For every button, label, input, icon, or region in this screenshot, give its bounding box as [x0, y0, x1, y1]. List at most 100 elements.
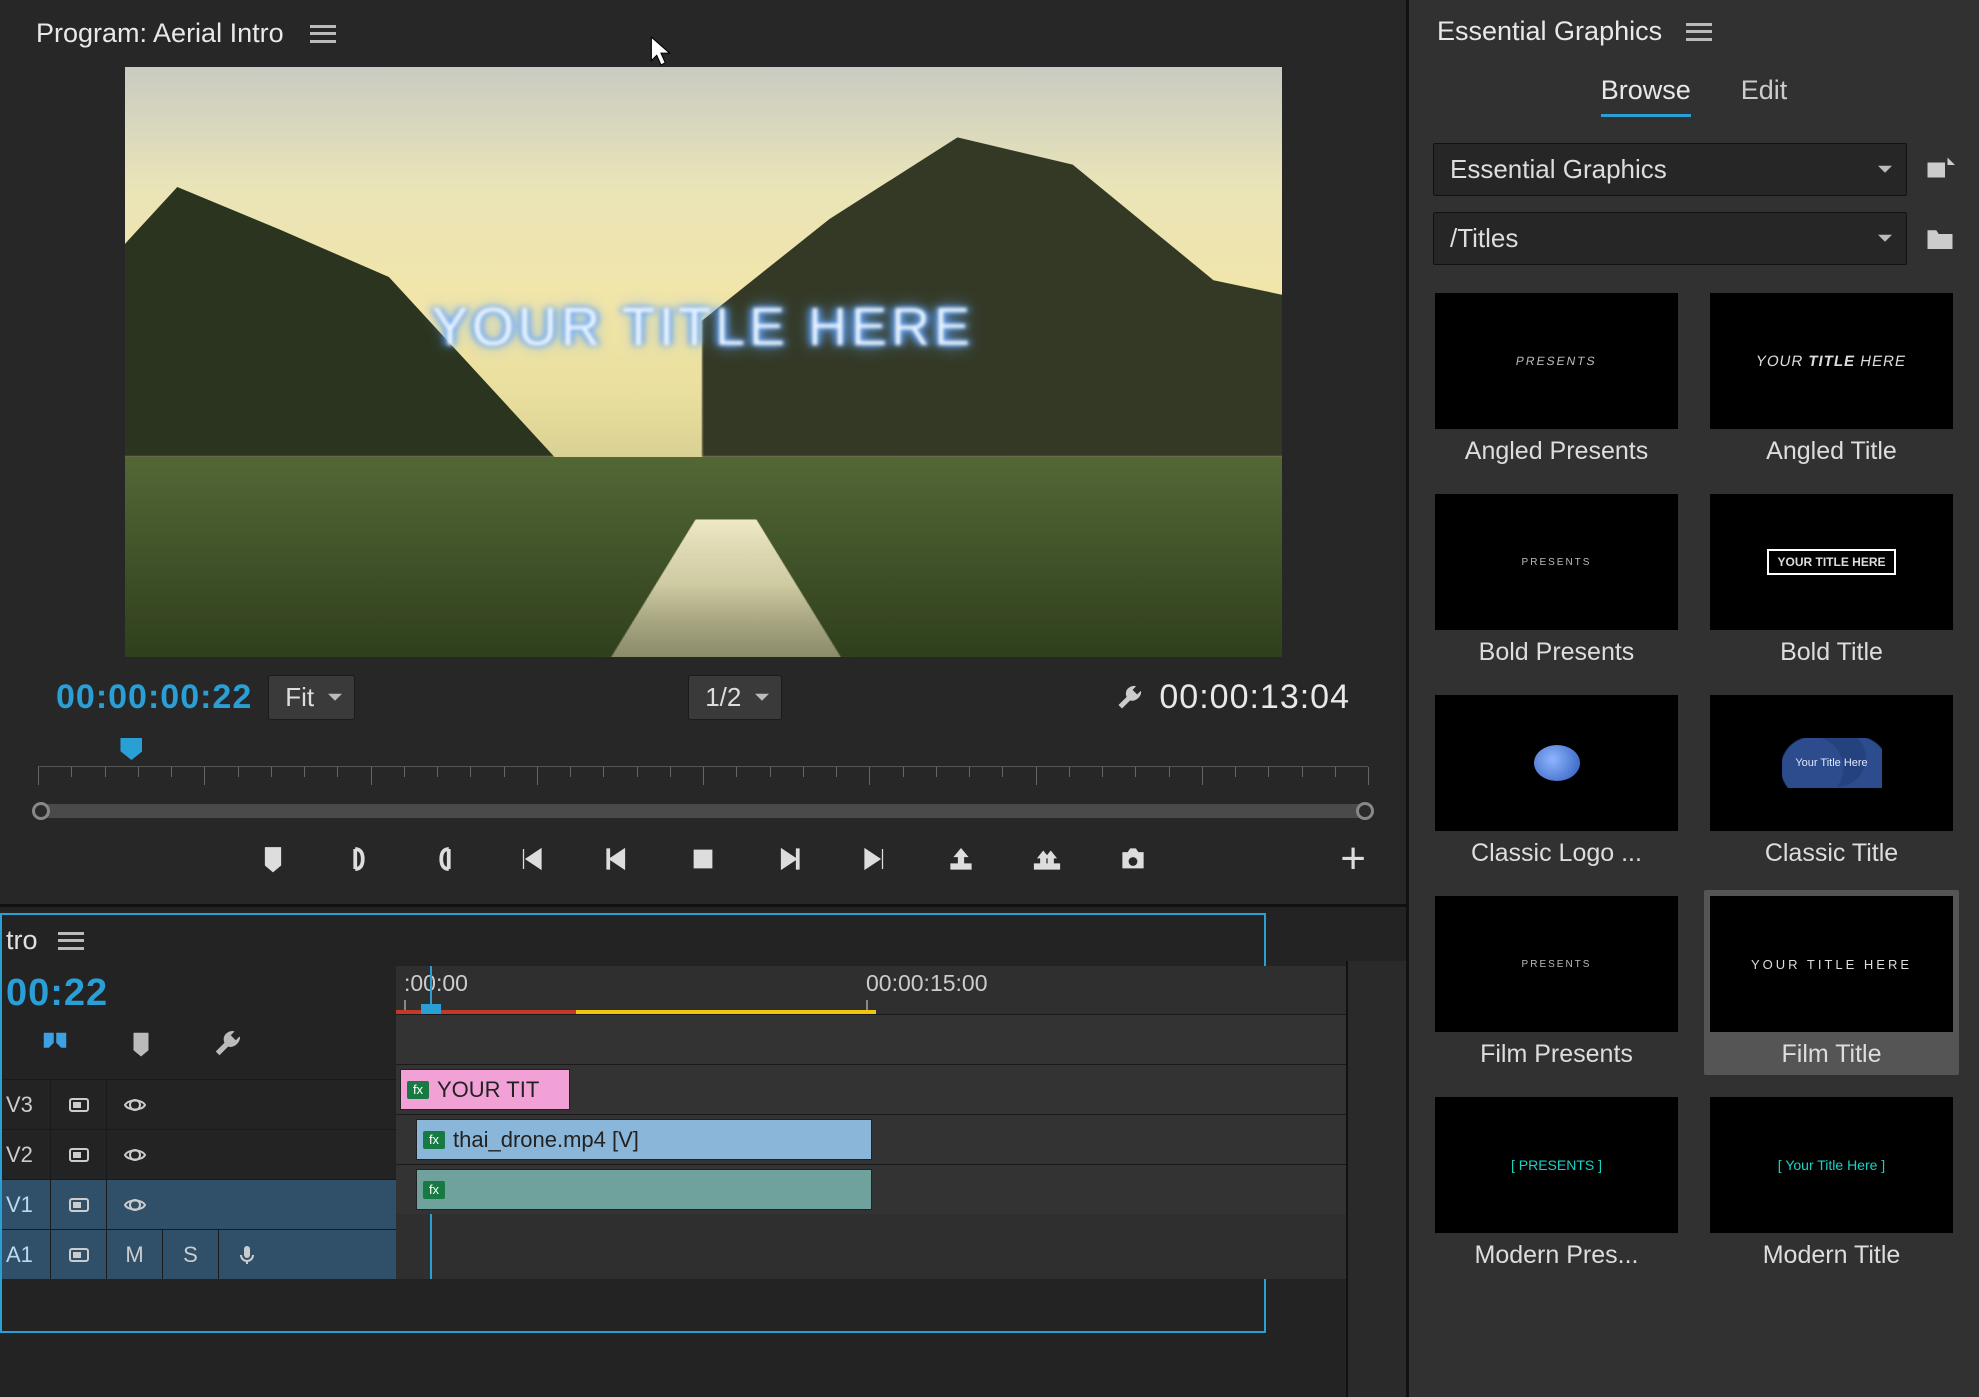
preset-thumbnail: PRESENTS	[1435, 293, 1678, 429]
current-timecode[interactable]: 00:00:00:22	[56, 678, 252, 717]
extract-button[interactable]	[1032, 844, 1062, 874]
preset-classic-title[interactable]: Your Title Here Classic Title	[1704, 689, 1959, 874]
toggle-track-output-icon[interactable]	[106, 1080, 162, 1129]
fx-badge-icon: fx	[423, 1131, 445, 1149]
preset-modern-title[interactable]: [ Your Title Here ]Modern Title	[1704, 1091, 1959, 1276]
preset-angled-presents[interactable]: PRESENTS Angled Presents	[1429, 287, 1684, 472]
eg-panel-title: Essential Graphics	[1437, 16, 1662, 47]
preset-thumbnail: PRESENTS	[1435, 494, 1678, 630]
preset-angled-title[interactable]: YOUR TITLE HERE Angled Title	[1704, 287, 1959, 472]
track-lane-a1[interactable]: fx	[396, 1164, 1406, 1214]
preset-thumbnail: YOUR TITLE HERE	[1710, 293, 1953, 429]
button-editor-plus-icon[interactable]: +	[1340, 834, 1366, 884]
program-viewer[interactable]: YOUR TITLE HERE	[125, 67, 1282, 657]
preset-label: Film Presents	[1435, 1040, 1678, 1069]
preset-thumbnail: YOUR TITLE HERE	[1710, 896, 1953, 1032]
folder-path-dropdown[interactable]: /Titles	[1433, 212, 1907, 265]
source-patch-toggle[interactable]	[50, 1080, 106, 1129]
preview-title-overlay: YOUR TITLE HERE	[432, 296, 974, 358]
toggle-track-output-icon[interactable]	[106, 1180, 162, 1229]
snap-icon[interactable]	[40, 1029, 70, 1059]
preset-classic-logo-[interactable]: Classic Logo ...	[1429, 689, 1684, 874]
track-lane-v2[interactable]: fx YOUR TIT	[396, 1064, 1406, 1114]
fx-badge-icon: fx	[423, 1181, 445, 1199]
timeline-settings-icon[interactable]	[212, 1029, 242, 1059]
marker-tool-icon[interactable]	[126, 1029, 156, 1059]
timeline-timecode[interactable]: 00:22	[0, 966, 396, 1029]
resolution-dropdown[interactable]: 1/2	[688, 675, 782, 720]
zoom-dropdown[interactable]: Fit	[268, 675, 355, 720]
tab-edit[interactable]: Edit	[1741, 75, 1788, 117]
library-dropdown[interactable]: Essential Graphics	[1433, 143, 1907, 196]
export-frame-button[interactable]	[1118, 844, 1148, 874]
clip-video[interactable]: fx thai_drone.mp4 [V]	[416, 1119, 872, 1160]
lift-button[interactable]	[946, 844, 976, 874]
folder-icon[interactable]	[1925, 226, 1955, 252]
timeline-sidebar: 00:22 V3 V2 V1 A1 MS	[0, 966, 396, 1279]
ruler-label: 00:00:15:00	[866, 970, 988, 997]
go-to-in-button[interactable]	[516, 844, 546, 874]
source-patch-toggle[interactable]	[50, 1130, 106, 1179]
preset-film-title[interactable]: YOUR TITLE HERE Film Title	[1704, 890, 1959, 1075]
track-lane-v1[interactable]: fx thai_drone.mp4 [V]	[396, 1114, 1406, 1164]
source-patch-toggle[interactable]	[50, 1230, 106, 1279]
tab-browse[interactable]: Browse	[1601, 75, 1691, 117]
preset-label: Classic Title	[1710, 839, 1953, 868]
preset-label: Angled Title	[1710, 437, 1953, 466]
add-marker-button[interactable]	[258, 844, 288, 874]
go-to-out-button[interactable]	[860, 844, 890, 874]
preset-film-presents[interactable]: PRESENTS Film Presents	[1429, 890, 1684, 1075]
preset-label: Angled Presents	[1435, 437, 1678, 466]
track-header-v2[interactable]: V2	[0, 1129, 396, 1179]
step-forward-button[interactable]	[774, 844, 804, 874]
settings-wrench-icon[interactable]	[1115, 684, 1143, 712]
solo-button[interactable]: S	[162, 1230, 218, 1279]
preset-bold-presents[interactable]: PRESENTS Bold Presents	[1429, 488, 1684, 673]
toggle-track-output-icon[interactable]	[106, 1130, 162, 1179]
preset-thumbnail: Your Title Here	[1710, 695, 1953, 831]
track-id-label: V2	[0, 1142, 50, 1168]
scrubber-playhead-icon[interactable]	[120, 738, 142, 760]
play-stop-button[interactable]	[688, 844, 718, 874]
preset-thumbnail	[1435, 695, 1678, 831]
essential-graphics-panel: Essential Graphics Browse Edit Essential…	[1409, 0, 1979, 1397]
preset-bold-title[interactable]: YOUR TITLE HEREBold Title	[1704, 488, 1959, 673]
track-header-v1[interactable]: V1	[0, 1179, 396, 1229]
mute-button[interactable]: M	[106, 1230, 162, 1279]
clip-audio[interactable]: fx	[416, 1169, 872, 1210]
timeline-panel-menu-icon[interactable]	[58, 932, 84, 950]
ruler-label: :00:00	[404, 970, 468, 997]
eg-panel-menu-icon[interactable]	[1686, 23, 1712, 41]
voiceover-mic-icon[interactable]	[218, 1230, 274, 1279]
preset-thumbnail: PRESENTS	[1435, 896, 1678, 1032]
track-header-a1[interactable]: A1 MS	[0, 1229, 396, 1279]
program-title: Program: Aerial Intro	[36, 18, 284, 49]
mark-out-button[interactable]	[430, 844, 460, 874]
program-scrubber[interactable]	[0, 720, 1406, 818]
track-id-label: V1	[0, 1192, 50, 1218]
duration-timecode: 00:00:13:04	[1159, 678, 1350, 717]
preset-label: Bold Presents	[1435, 638, 1678, 667]
timeline-ruler[interactable]: :00:00 00:00:15:00	[396, 966, 1406, 1014]
panel-menu-icon[interactable]	[310, 25, 336, 43]
preset-modern-pres-[interactable]: [ PRESENTS ]Modern Pres...	[1429, 1091, 1684, 1276]
timeline-tracks-area[interactable]: :00:00 00:00:15:00 fx YOUR TIT	[396, 966, 1406, 1279]
clip-title-graphic[interactable]: fx YOUR TIT	[400, 1069, 570, 1110]
preset-label: Bold Title	[1710, 638, 1953, 667]
mouse-cursor-icon	[650, 36, 672, 66]
source-patch-toggle[interactable]	[50, 1180, 106, 1229]
program-monitor-panel: Program: Aerial Intro YOUR TITLE HERE 00…	[0, 0, 1406, 907]
import-library-icon[interactable]	[1925, 157, 1955, 183]
step-back-button[interactable]	[602, 844, 632, 874]
track-header-v3[interactable]: V3	[0, 1079, 396, 1129]
preset-label: Classic Logo ...	[1435, 839, 1678, 868]
mark-in-button[interactable]	[344, 844, 374, 874]
audio-meter	[1346, 961, 1406, 1397]
preset-thumbnail: [ PRESENTS ]	[1435, 1097, 1678, 1233]
track-lane-v3[interactable]	[396, 1014, 1406, 1064]
sequence-tab[interactable]: tro	[6, 925, 38, 956]
track-id-label: A1	[0, 1242, 50, 1268]
clip-label: YOUR TIT	[437, 1077, 539, 1103]
preset-label: Film Title	[1710, 1040, 1953, 1069]
preset-thumbnail: [ Your Title Here ]	[1710, 1097, 1953, 1233]
